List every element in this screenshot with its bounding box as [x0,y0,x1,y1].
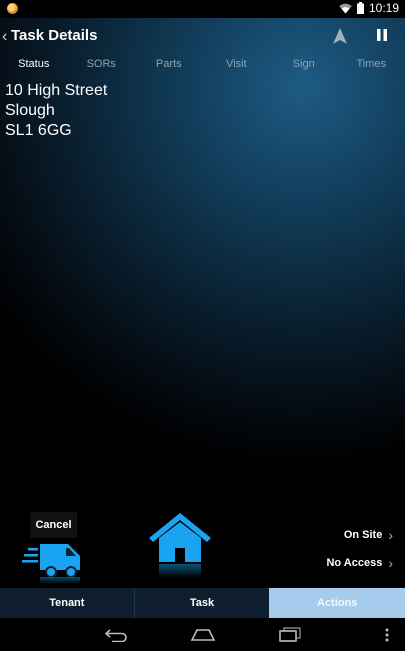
chevron-right-icon: › [388,527,393,543]
tab-visit[interactable]: Visit [203,58,271,76]
tab-actions[interactable]: Actions [269,588,405,618]
tab-tenant[interactable]: Tenant [0,588,135,618]
back-chevron-icon[interactable]: ‹ [2,28,7,46]
tab-sors[interactable]: SORs [68,58,136,76]
wifi-icon [339,3,352,13]
address-postcode: SL1 6GG [5,122,72,139]
on-site-house-icon[interactable] [148,510,212,580]
status-bar: 10:19 [0,0,405,18]
page-title[interactable]: Task Details [11,27,97,44]
action-bar: ‹ Task Details [0,18,405,56]
on-site-action[interactable]: On Site › [344,527,393,543]
task-address: 10 High Street Slough SL1 6GG [5,81,107,141]
cancel-tooltip: Cancel [30,512,77,538]
navigate-arrow-icon[interactable] [331,27,349,45]
tab-task[interactable]: Task [134,588,270,618]
bottom-tab-bar: Tenant Task Actions [0,588,405,618]
home-icon[interactable] [190,629,216,641]
status-bar-right: 10:19 [339,1,399,15]
no-access-label: No Access [326,557,383,569]
tab-bar: Status SORs Parts Visit Sign Times [0,58,405,76]
status-time: 10:19 [368,1,399,15]
recent-apps-icon[interactable] [279,627,301,642]
notification-icon [7,3,18,14]
pause-icon[interactable] [376,29,388,41]
tab-times[interactable]: Times [338,58,405,76]
tab-sign[interactable]: Sign [270,58,338,76]
on-site-label: On Site [343,529,383,541]
tab-status[interactable]: Status [0,58,68,76]
back-icon[interactable] [104,628,128,642]
battery-icon [356,2,364,14]
travel-van-icon[interactable] [22,536,86,584]
task-details-screen: ‹ Task Details Status SORs Parts Visit S… [0,18,405,588]
overflow-menu-icon[interactable] [385,628,389,642]
tab-parts[interactable]: Parts [135,58,203,76]
address-line-2: Slough [5,102,55,119]
address-line-1: 10 High Street [5,82,108,99]
chevron-right-icon: › [388,555,393,571]
no-access-action[interactable]: No Access › [326,555,393,571]
system-nav-bar [0,618,405,651]
